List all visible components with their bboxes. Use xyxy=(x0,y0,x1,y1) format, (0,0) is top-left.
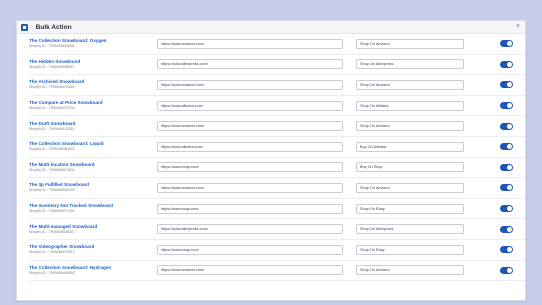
product-info: The Collection Snowboard: Hydrogen Shopif… xyxy=(29,265,157,276)
shopify-id: Shopify ID : 7905496605169 xyxy=(29,188,75,193)
button-label-input[interactable]: Buy On Alibaba xyxy=(356,141,464,152)
product-row: The Collection Snowboard: Oxygen Shopify … xyxy=(29,34,525,55)
store-url-input[interactable]: https://www.alibaba.com/ xyxy=(157,141,343,152)
title-bar: › Bulk Action × xyxy=(17,21,525,34)
product-row: The Multi-location Snowboard Shopify ID :… xyxy=(29,158,525,179)
enable-toggle[interactable] xyxy=(500,266,513,274)
store-url-input[interactable]: https://www.aliexpress.com/ xyxy=(157,224,343,235)
enable-toggle[interactable] xyxy=(500,184,513,192)
product-info: The Collection Snowboard: Oxygen Shopify … xyxy=(29,38,157,49)
product-row: The Archived Snowboard Shopify ID : 79054… xyxy=(29,75,525,96)
button-label-input[interactable]: Buy On Ebay xyxy=(356,162,464,173)
store-url-input[interactable]: https://www.ebay.com/ xyxy=(157,162,343,173)
product-row: The Compare at Price Snowboard Shopify ID… xyxy=(29,96,525,117)
product-info: The Draft Snowboard Shopify ID : 79054961… xyxy=(29,121,157,132)
shopify-id: Shopify ID : 7905496437613 xyxy=(29,250,75,255)
button-label-input[interactable]: Shop On Aliexpress xyxy=(356,224,464,235)
shopify-id: Shopify ID : 7905496538557 xyxy=(29,64,75,69)
product-info: The Inventory Not Tracked Snowboard Shopi… xyxy=(29,203,157,214)
enable-toggle[interactable] xyxy=(500,40,513,48)
shopify-id: Shopify ID : 7905496143351 xyxy=(29,126,75,131)
product-info: The Multi-managed Snowboard Shopify ID : … xyxy=(29,224,157,235)
bulk-action-window: › Bulk Action × The Collection Snowboard… xyxy=(16,20,526,301)
close-icon[interactable]: × xyxy=(516,23,520,31)
product-info: The Hidden Snowboard Shopify ID : 7905496… xyxy=(29,59,157,70)
toggle-knob xyxy=(507,144,512,150)
button-label-input[interactable]: Shop On Ebay xyxy=(356,244,464,255)
shopify-id: Shopify ID : 7905496616005 xyxy=(29,44,75,49)
product-info: The Collection Snowboard: Liquid Shopify … xyxy=(29,141,157,152)
toggle-knob xyxy=(507,61,512,67)
product-row: The Multi-managed Snowboard Shopify ID : … xyxy=(29,219,525,240)
breadcrumb-separator: › xyxy=(31,24,33,30)
toggle-knob xyxy=(507,164,512,170)
product-row: The 3p Fulfilled Snowboard Shopify ID : 7… xyxy=(29,178,525,199)
button-label-input[interactable]: Shop On Amazon xyxy=(356,265,464,276)
product-info: The Multi-location Snowboard Shopify ID :… xyxy=(29,162,157,173)
store-url-input[interactable]: https://www.ebay.com/ xyxy=(157,203,343,214)
enable-toggle[interactable] xyxy=(500,246,513,254)
product-row: The Collection Snowboard: Liquid Shopify … xyxy=(29,137,525,158)
window-title: Bulk Action xyxy=(35,23,72,31)
shopify-id: Shopify ID : 7905496526637 xyxy=(29,229,75,234)
shopify-id: Shopify ID : 7905496212793 xyxy=(29,106,75,111)
product-info: The 3p Fulfilled Snowboard Shopify ID : 7… xyxy=(29,182,157,193)
toggle-knob xyxy=(507,103,512,109)
toggle-knob xyxy=(507,206,512,212)
product-row: The Draft Snowboard Shopify ID : 79054961… xyxy=(29,116,525,137)
toggle-knob xyxy=(507,226,512,232)
shopify-id: Shopify ID : 7905496475469 xyxy=(29,85,75,90)
toggle-knob xyxy=(507,123,512,129)
shopify-id: Shopify ID : 7905496404685 xyxy=(29,270,75,275)
product-info: The Archived Snowboard Shopify ID : 79054… xyxy=(29,79,157,90)
product-row: The Inventory Not Tracked Snowboard Shopi… xyxy=(29,199,525,220)
product-row: The Collection Snowboard: Hydrogen Shopif… xyxy=(29,261,525,282)
button-label-input[interactable]: Shop On Amazon xyxy=(356,182,464,193)
toggle-knob xyxy=(507,267,512,273)
store-url-input[interactable]: https://www.amazon.com/ xyxy=(157,182,343,193)
product-info: The Videographer Snowboard Shopify ID : 7… xyxy=(29,244,157,255)
button-label-input[interactable]: Shop On Amazon xyxy=(356,79,464,90)
toggle-knob xyxy=(507,185,512,191)
store-url-input[interactable]: https://www.amazon.com/ xyxy=(157,265,343,276)
shopify-id: Shopify ID : 7905496080423 xyxy=(29,147,75,152)
store-url-input[interactable]: https://www.ebay.com/ xyxy=(157,244,343,255)
enable-toggle[interactable] xyxy=(500,225,513,233)
button-label-input[interactable]: Shop On Alibaba xyxy=(356,100,464,111)
product-list: The Collection Snowboard: Oxygen Shopify … xyxy=(17,34,525,282)
enable-toggle[interactable] xyxy=(500,60,513,68)
enable-toggle[interactable] xyxy=(500,122,513,130)
button-label-input[interactable]: Shop On Aliexpress xyxy=(356,59,464,70)
product-row: The Hidden Snowboard Shopify ID : 7905496… xyxy=(29,55,525,76)
shopify-id: Shopify ID : 7905496470401 xyxy=(29,167,75,172)
store-url-input[interactable]: https://www.amazon.com/ xyxy=(157,121,343,132)
store-url-input[interactable]: https://www.alibaba.com/ xyxy=(157,100,343,111)
enable-toggle[interactable] xyxy=(500,81,513,89)
button-label-input[interactable]: Shop On Amazon xyxy=(356,121,464,132)
button-label-input[interactable]: Shop On Ebay xyxy=(356,203,464,214)
store-url-input[interactable]: https://www.aliexpress.com/ xyxy=(157,59,343,70)
enable-toggle[interactable] xyxy=(500,143,513,151)
enable-toggle[interactable] xyxy=(500,205,513,213)
store-url-input[interactable]: https://www.amazon.com/ xyxy=(157,79,343,90)
toggle-knob xyxy=(507,247,512,253)
app-icon xyxy=(21,23,28,31)
toggle-knob xyxy=(507,82,512,88)
store-url-input[interactable]: https://www.amazon.com/ xyxy=(157,38,343,49)
toggle-knob xyxy=(507,41,512,47)
enable-toggle[interactable] xyxy=(500,102,513,110)
enable-toggle[interactable] xyxy=(500,163,513,171)
product-info: The Compare at Price Snowboard Shopify ID… xyxy=(29,100,157,111)
shopify-id: Shopify ID : 7905496977169 xyxy=(29,209,75,214)
product-row: The Videographer Snowboard Shopify ID : 7… xyxy=(29,240,525,261)
button-label-input[interactable]: Shop On Amazon xyxy=(356,38,464,49)
